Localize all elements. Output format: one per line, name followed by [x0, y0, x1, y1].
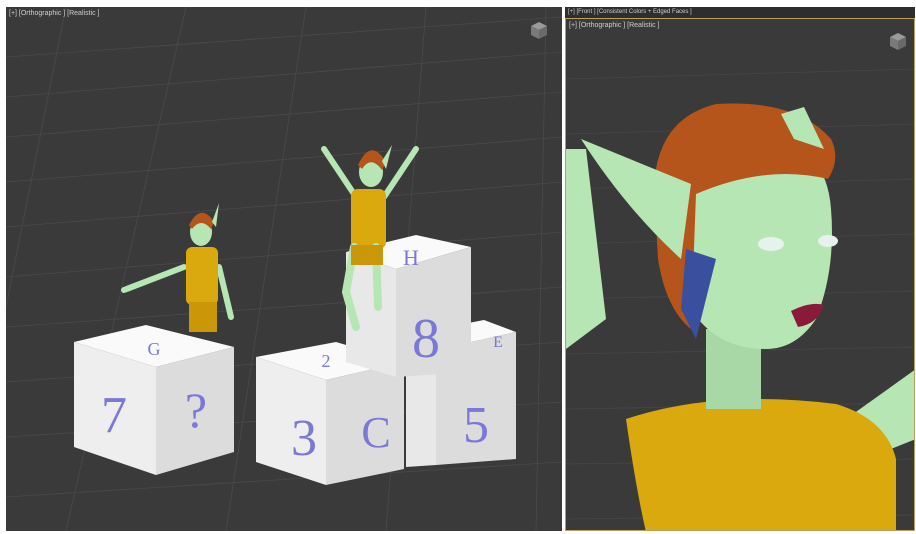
- cube-face-digit: G: [148, 339, 161, 359]
- left-viewport[interactable]: 7 ? G 3 C 2 5 E 8 H [+] [Orthographic] …: [6, 7, 562, 531]
- cube-face-digit: E: [493, 334, 503, 351]
- cube-face-digit: H: [403, 245, 419, 270]
- cube-face-digit: 3: [291, 410, 317, 467]
- right-viewport-scene[interactable]: [566, 19, 915, 531]
- cube-7[interactable]: 7 ? G: [74, 325, 234, 475]
- cube-face-digit: 5: [463, 397, 489, 454]
- front-viewport-label[interactable]: [+] [Front ] [Consistent Colors + Edged …: [568, 9, 692, 15]
- cube-face-digit: C: [361, 408, 390, 457]
- cube-face-digit: ?: [185, 382, 207, 438]
- left-viewport-scene[interactable]: 7 ? G 3 C 2 5 E 8 H: [6, 7, 562, 531]
- cube-face-digit: 7: [101, 387, 127, 444]
- viewport-label[interactable]: [+] [Orthographic ] [Realistic ]: [9, 10, 99, 17]
- cube-face-digit: 2: [322, 351, 331, 371]
- viewport-label[interactable]: [+] [Orthographic ] [Realistic ]: [569, 22, 659, 29]
- viewcube-icon[interactable]: [529, 20, 549, 40]
- front-viewport-strip[interactable]: [+] [Front ] [Consistent Colors + Edged …: [565, 7, 915, 18]
- character-left[interactable]: [121, 203, 234, 332]
- viewcube-icon[interactable]: [888, 31, 908, 51]
- right-viewport[interactable]: [+] [Orthographic ] [Realistic ]: [565, 18, 915, 531]
- character-closeup[interactable]: [566, 103, 915, 531]
- cube-face-digit: 8: [412, 308, 440, 370]
